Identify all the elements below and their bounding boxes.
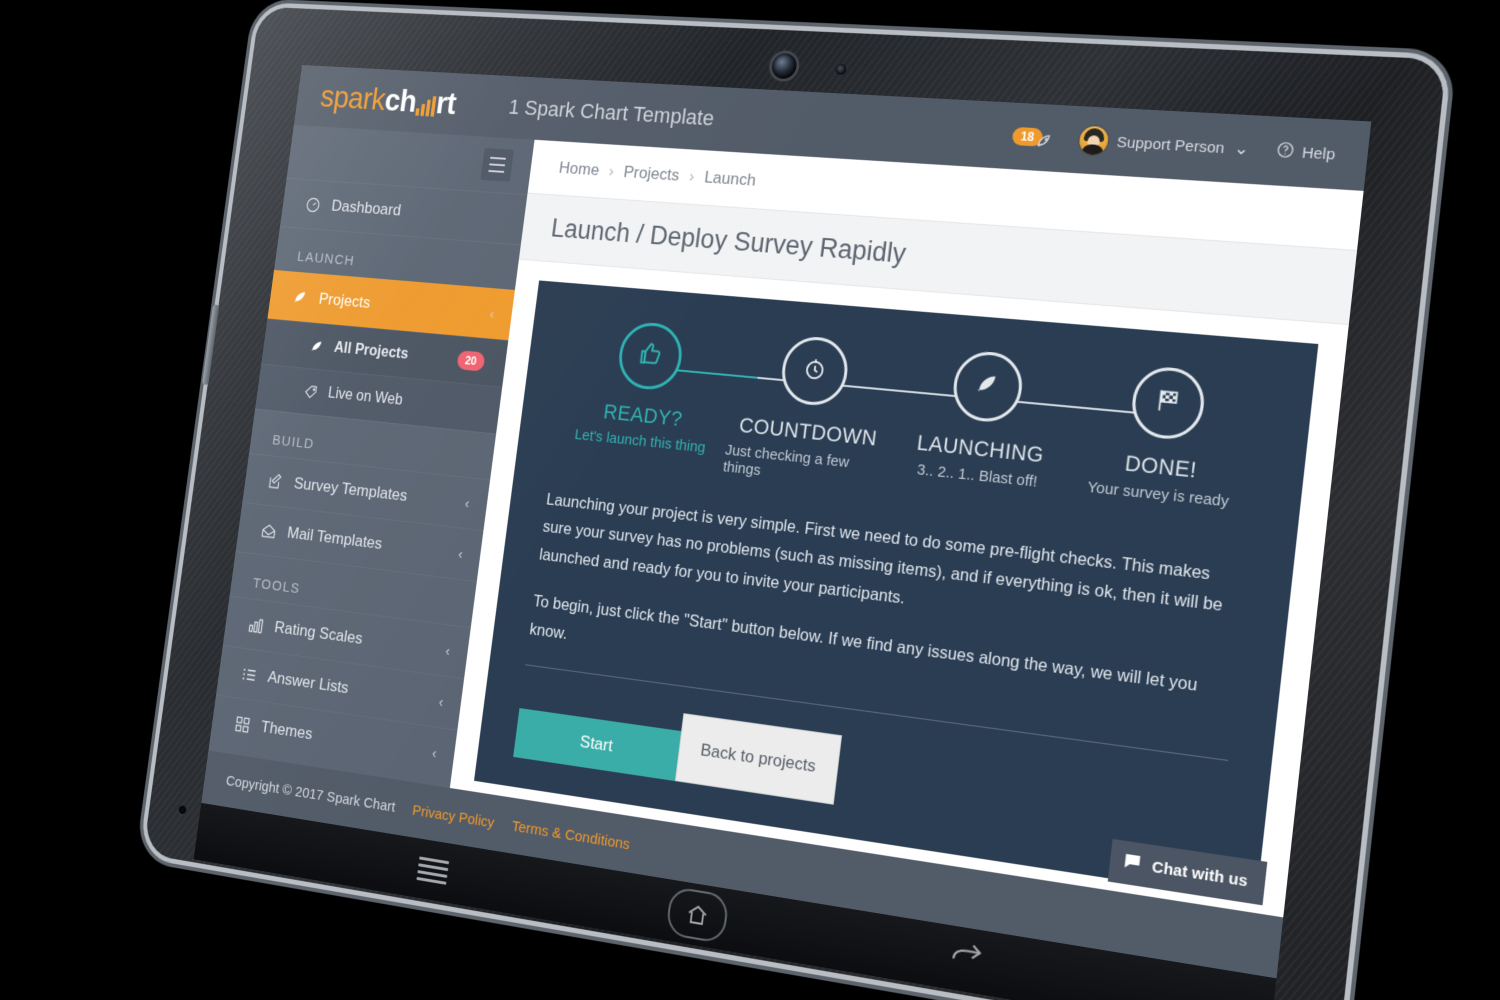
step-ready[interactable]: READY? Let's launch this thing [561, 317, 732, 475]
back-to-projects-button[interactable]: Back to projects [674, 713, 843, 805]
paragraph-2: To begin, just click the "Start" button … [528, 592, 1199, 696]
projects-count-badge: 20 [456, 350, 486, 372]
rocket-icon [973, 370, 1003, 404]
step-subtitle: Just checking a few things [722, 441, 851, 480]
sidebar-item-label: Themes [259, 717, 314, 744]
avatar [1077, 125, 1110, 156]
chevron-left-icon: ‹ [444, 642, 452, 660]
bar-chart-icon [246, 615, 265, 635]
privacy-policy-link[interactable]: Privacy Policy [411, 802, 495, 832]
breadcrumb-launch[interactable]: Launch [703, 168, 757, 191]
step-title: LAUNCHING [915, 431, 1046, 468]
user-name: Support Person [1115, 133, 1226, 157]
step-subtitle: 3.. 2.. 1.. Blast off! [916, 461, 1039, 491]
bar-chart-icon [415, 95, 437, 117]
rocket-icon [291, 288, 310, 307]
step-done[interactable]: DONE! Your survey is ready [1068, 360, 1261, 530]
menu-icon[interactable] [416, 853, 450, 889]
sidebar-subitem-label: Live on Web [327, 385, 404, 409]
main-content: Home › Projects › Launch Launch / Deploy… [449, 139, 1364, 918]
chevron-left-icon: ‹ [488, 305, 496, 323]
step-subtitle: Let's launch this thing [573, 426, 707, 457]
sidebar-item-label: Dashboard [330, 196, 403, 220]
hamburger-menu-icon[interactable] [480, 147, 514, 182]
header-right-group: 18 Support Person ⌄ Help [1011, 119, 1337, 172]
speedometer-icon [303, 195, 322, 214]
thumbs-up-icon [636, 339, 665, 373]
chevron-left-icon: ‹ [463, 494, 471, 512]
chevron-left-icon: ‹ [431, 744, 438, 762]
breadcrumb-projects[interactable]: Projects [623, 163, 681, 186]
sidebar-item-label: Mail Templates [286, 523, 384, 553]
grid-squares-icon [233, 714, 252, 734]
logo-text-rt: rt [434, 85, 459, 121]
sidebar-subitem-label: All Projects [333, 339, 410, 363]
spark-chart-logo[interactable]: spark ch rt [318, 79, 458, 122]
help-button[interactable]: Help [1275, 140, 1336, 165]
edit-square-icon [266, 471, 285, 491]
breadcrumb-separator: › [688, 166, 696, 186]
chat-label: Chat with us [1151, 857, 1249, 891]
sidebar-item-label: Projects [317, 289, 372, 312]
notifications-button[interactable]: 18 [1011, 119, 1055, 156]
rocket-icon [1034, 132, 1054, 155]
copyright-text: Copyright © 2017 Spark Chart [225, 772, 397, 816]
stopwatch-icon [801, 355, 829, 388]
step-launching[interactable]: LAUNCHING 3.. 2.. 1.. Blast off! [891, 345, 1076, 511]
rocket-icon [307, 338, 326, 355]
step-circle [615, 320, 686, 393]
help-label: Help [1301, 143, 1337, 164]
step-circle [778, 334, 852, 408]
logo-text-ch: ch [382, 82, 419, 119]
chat-widget[interactable]: Chat with us [1107, 838, 1268, 906]
notification-count: 18 [1011, 126, 1044, 147]
start-button[interactable]: Start [513, 707, 682, 781]
step-circle [949, 349, 1026, 425]
list-icon [239, 664, 258, 684]
chevron-left-icon: ‹ [437, 693, 445, 711]
sidebar-item-label: Answer Lists [266, 667, 350, 698]
template-name: 1 Spark Chart Template [507, 94, 716, 131]
sidebar-item-label: Rating Scales [273, 617, 364, 648]
open-envelope-icon [259, 521, 278, 541]
tablet-device: spark ch rt 1 Spark Chart Template 18 Su… [143, 6, 1447, 1000]
sidebar-item-label: Survey Templates [292, 474, 409, 505]
chevron-left-icon: ‹ [457, 545, 464, 563]
step-countdown[interactable]: COUNTDOWN Just checking a few things [722, 331, 900, 493]
back-arrow-icon[interactable] [947, 939, 986, 982]
stepper-connector [650, 366, 1165, 417]
tag-icon [301, 383, 320, 400]
terms-conditions-link[interactable]: Terms & Conditions [511, 817, 631, 853]
breadcrumb-home[interactable]: Home [558, 159, 600, 181]
breadcrumb-separator: › [607, 161, 616, 181]
logo-text-spark: spark [318, 78, 388, 117]
question-circle-icon [1275, 140, 1296, 163]
step-title: READY? [602, 400, 684, 431]
scene: spark ch rt 1 Spark Chart Template 18 Su… [0, 0, 1500, 1000]
